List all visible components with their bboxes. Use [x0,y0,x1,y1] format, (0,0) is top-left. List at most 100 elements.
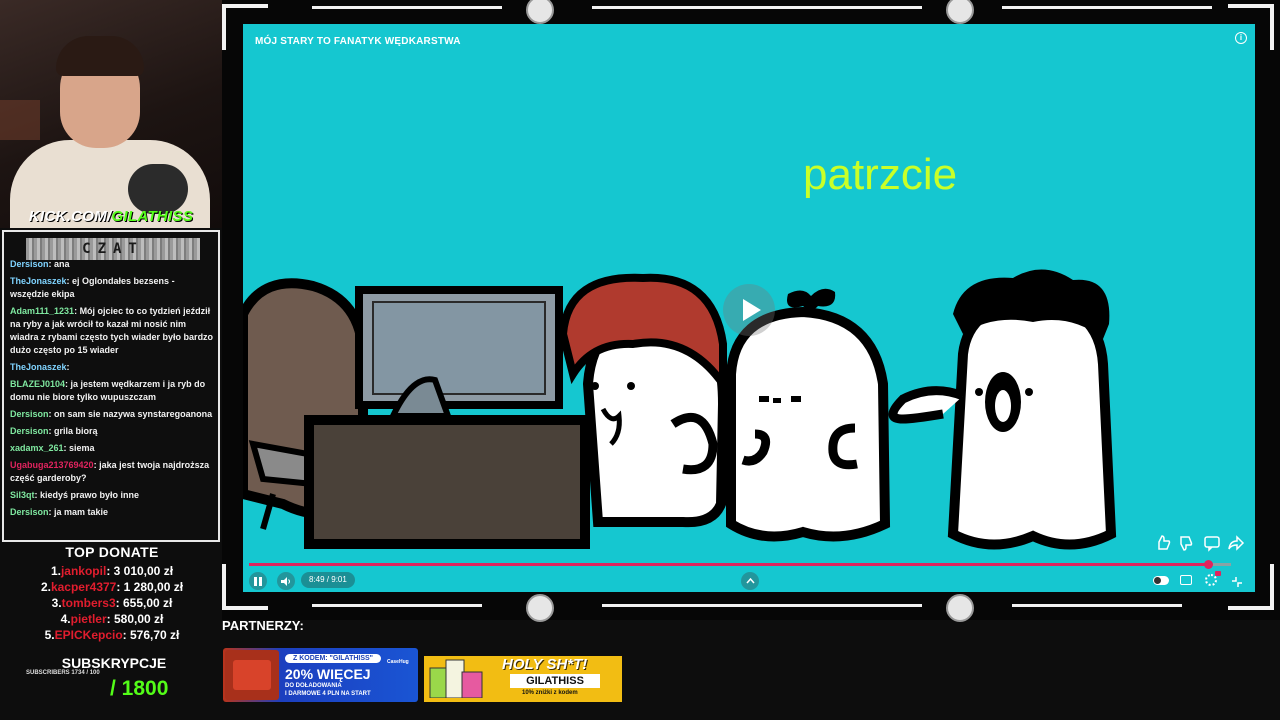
subscriptions-goal: / 1800 [110,677,169,700]
donate-amount: : 655,00 zł [115,596,173,610]
play-icon[interactable] [723,284,775,336]
casehug-banner[interactable]: Z KODEM: "GILATHISS" CaseHug 20% WIĘCEJ … [223,648,418,702]
frame-logo-icon [946,0,974,24]
top-donate-list: 1.jankopil: 3 010,00 zł 2.kacper4377: 1 2… [0,563,224,643]
video-title: MÓJ STARY TO FANATYK WĘDKARSTWA [255,36,461,47]
holy-code: GILATHISS [510,674,600,688]
volume-button[interactable] [277,572,295,590]
frame-logo-icon [526,594,554,622]
progress-bar[interactable] [249,560,1231,569]
like-icon[interactable] [1155,534,1173,552]
chat-username[interactable]: TheJonaszek [10,362,67,372]
stream-layout: KICK.COM/GILATHISS Dersison: ana TheJonas… [0,0,1280,720]
chat-separator: : [66,362,70,372]
frame-logo-icon [526,0,554,24]
chest-icon [225,650,279,700]
chat-message: xadamx_261: siema [10,442,216,455]
chat-message: TheJonaszek: [10,361,216,374]
streamer-hair [56,36,144,76]
volume-icon [281,576,290,586]
donate-rank: 4. [60,612,71,626]
chat-username[interactable]: Sil3qt [10,490,35,500]
pause-button[interactable] [249,572,267,590]
frame-line [312,604,482,607]
kick-link-name: GILATHISS [111,208,194,225]
top-donate-title: TOP DONATE [65,544,159,560]
donate-entry: 4.pietler: 580,00 zł [0,611,224,627]
chat-message: Adam111_1231: Mój ojciec to co tydzień j… [10,305,216,357]
frame-line [312,6,502,9]
donate-name: EPICKepcio [54,628,123,642]
chat-username[interactable]: Adam111_1231 [10,306,74,316]
video-player[interactable]: MÓJ STARY TO FANATYK WĘDKARSTWA i patrzc… [243,24,1255,592]
chat-message: TheJonaszek: ej Oglondałes bezsens - wsz… [10,275,216,301]
expand-chapters-button[interactable] [741,572,759,590]
info-icon[interactable]: i [1235,32,1247,44]
chat-username[interactable]: Dersison [10,426,49,436]
chat-message: Dersison: grila biorą [10,425,216,438]
pause-icon [254,576,262,586]
holy-banner[interactable]: HOLY SH*T! GILATHISS 10% zniżki z kodem [424,656,622,702]
chat-message: Dersison: on sam sie nazywa synstaregoan… [10,408,216,421]
donate-amount: : 576,70 zł [122,628,180,642]
chat-text: ja mam takie [54,507,109,517]
frame-line [602,604,922,607]
subscriptions-title: SUBSKRYPCJE [61,655,167,671]
comment-icon[interactable] [1203,534,1221,552]
chat-username[interactable]: Dersison [10,507,49,517]
hd-badge [1215,571,1221,576]
chat-username[interactable]: BLAZEJ0104 [10,379,65,389]
dislike-icon[interactable] [1177,534,1195,552]
donate-rank: 5. [44,628,55,642]
microphone [128,164,188,214]
frame-line [1002,6,1212,9]
donate-name: jankopil [60,564,107,578]
subscriptions-counter: SUBSCRIBERS 1734 / 100 [26,670,100,676]
chat-header: CZAT [26,238,200,260]
autoplay-toggle-knob [1154,577,1161,584]
partners-label: PARTNERZY: [222,618,304,633]
casehug-code: Z KODEM: "GILATHISS" [285,654,382,663]
donate-name: pietler [70,612,107,626]
frame-line [1012,604,1182,607]
chat-header-label: CZAT [82,241,144,257]
donate-entry: 1.jankopil: 3 010,00 zł [0,563,224,579]
autoplay-toggle[interactable] [1153,576,1169,585]
webcam-feed [0,0,222,228]
time-display: 8:49 / 9:01 [301,572,355,588]
donate-name: kacper4377 [50,580,117,594]
donate-amount: : 3 010,00 zł [106,564,174,578]
chat-username[interactable]: Dersison [10,409,49,419]
top-donate-panel: TOP DONATE 1.jankopil: 3 010,00 zł 2.kacp… [0,544,224,643]
chat-text: kiedyś prawo było inne [40,490,140,500]
exit-fullscreen-icon[interactable] [1231,574,1243,590]
chat-text: siema [69,443,95,453]
frame-line [592,6,922,9]
chat-message: Ugabuga213769420: jaka jest twoja najdro… [10,459,216,485]
casehug-subline: DO DOŁADOWANIA [285,683,342,689]
progress-played [249,563,1209,566]
chat-username[interactable]: Dersison [10,259,49,269]
frame-logo-icon [946,594,974,622]
chat-username[interactable]: TheJonaszek [10,276,67,286]
holy-discount: 10% zniżki z kodem [522,690,578,696]
chat-message-list: Dersison: ana TheJonaszek: ej Oglondałes … [10,258,216,523]
share-icon[interactable] [1227,534,1245,552]
kick-link-prefix: KICK.COM/ [28,208,112,225]
chat-panel[interactable]: Dersison: ana TheJonaszek: ej Oglondałes … [2,230,220,542]
subtitles-icon[interactable] [1180,575,1192,585]
webcam-background [0,100,40,140]
drink-cans-icon [429,659,483,698]
donate-entry: 3.tombers3: 655,00 zł [0,595,224,611]
chat-username[interactable]: Ugabuga213769420 [10,460,94,470]
casehug-bonus: I DARMOWE 4 PLN NA START [285,691,371,697]
casehug-logo: CaseHug [387,659,409,665]
donate-rank: 3. [51,596,62,610]
chevron-up-icon [745,578,755,584]
chat-username[interactable]: xadamx_261 [10,443,64,453]
donate-entry: 2.kacper4377: 1 280,00 zł [0,579,224,595]
donate-amount: : 580,00 zł [106,612,164,626]
donate-rank: 2. [40,580,51,594]
kick-channel-link: KICK.COM/GILATHISS [0,208,222,225]
chat-message: Sil3qt: kiedyś prawo było inne [10,489,216,502]
